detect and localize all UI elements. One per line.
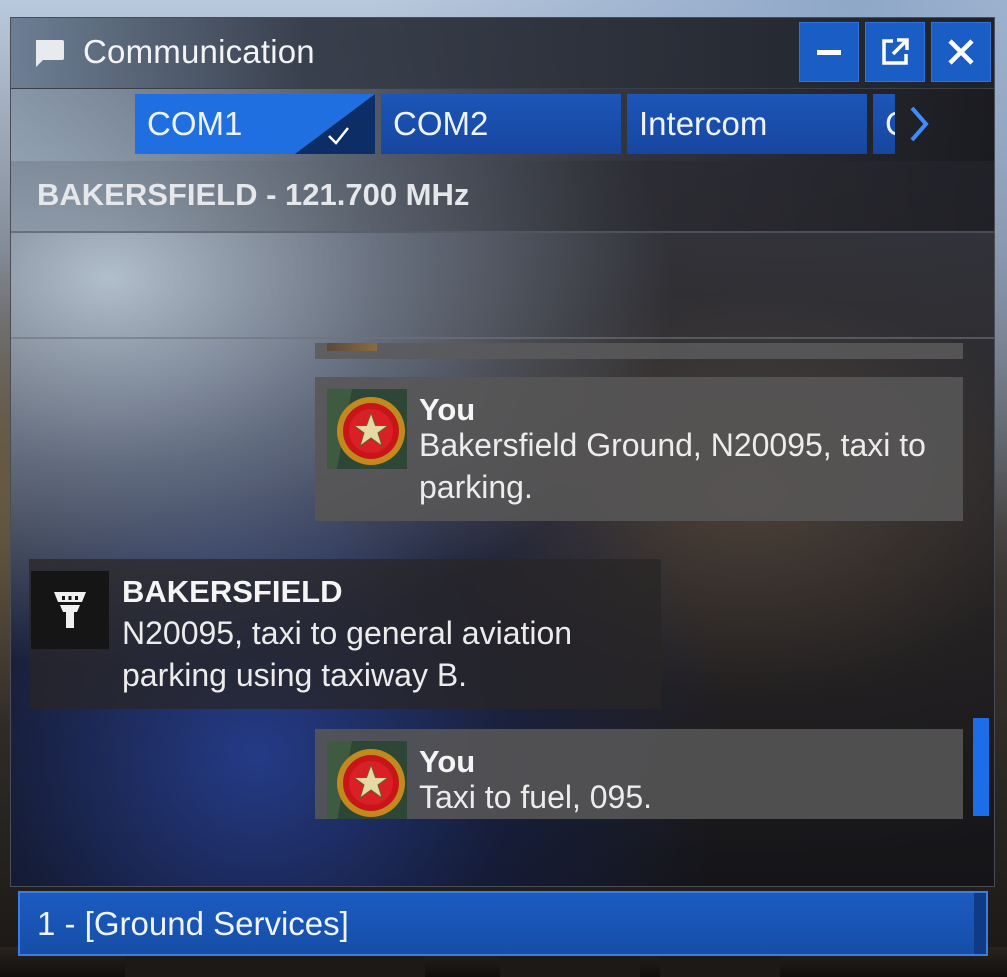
- message-list[interactable]: You Bakersfield Ground, N20095, taxi to …: [11, 339, 994, 819]
- tabs-scroll-right[interactable]: [903, 94, 935, 154]
- frequency-header: BAKERSFIELD - 121.700 MHz: [11, 161, 994, 233]
- messages-header-spacer: [11, 232, 994, 339]
- pilot-badge-icon: [327, 389, 407, 469]
- message-text: Bakersfield Ground, N20095, taxi to park…: [419, 427, 926, 505]
- message-bubble: You Bakersfield Ground, N20095, taxi to …: [315, 377, 963, 521]
- message-text: Taxi to fuel, 095.: [419, 779, 653, 815]
- close-icon: [948, 39, 974, 65]
- close-button[interactable]: [931, 22, 991, 82]
- tab-com2[interactable]: COM2: [381, 94, 621, 154]
- previous-message-edge: [315, 343, 963, 359]
- pop-out-button[interactable]: [865, 22, 925, 82]
- tab-partial[interactable]: C: [873, 94, 895, 154]
- message-sender: BAKERSFIELD: [122, 574, 343, 609]
- message-bubble: BAKERSFIELD N20095, taxi to general avia…: [29, 559, 661, 709]
- chat-bubble-icon: [36, 40, 64, 67]
- control-tower-icon: [31, 571, 109, 649]
- minus-icon: [817, 50, 841, 55]
- tab-intercom[interactable]: Intercom: [627, 94, 867, 154]
- tab-label: C: [885, 105, 895, 142]
- chevron-right-icon: [910, 106, 929, 142]
- message-bubble: You Taxi to fuel, 095.: [315, 729, 963, 819]
- minimize-button[interactable]: [799, 22, 859, 82]
- tab-label: Intercom: [639, 105, 768, 142]
- check-icon: [295, 94, 375, 154]
- pilot-badge-icon: [327, 741, 407, 819]
- message-text: N20095, taxi to general aviation parking…: [122, 615, 573, 693]
- tab-label: COM1: [147, 105, 243, 142]
- tab-com1[interactable]: COM1: [135, 94, 375, 154]
- response-selector[interactable]: 1 - [Ground Services]: [18, 891, 988, 956]
- response-selector-edge: [974, 893, 986, 954]
- channel-tabs: COM1 COM2 Intercom C: [11, 89, 994, 161]
- message-scrollbar-thumb[interactable]: [973, 718, 989, 816]
- frequency-label: BAKERSFIELD - 121.700 MHz: [37, 177, 470, 212]
- window-titlebar[interactable]: Communication: [11, 18, 994, 89]
- window-title: Communication: [83, 33, 315, 70]
- tab-label: COM2: [393, 105, 489, 142]
- external-link-icon: [882, 38, 909, 65]
- response-option-text: 1 - [Ground Services]: [37, 905, 349, 942]
- communication-window: Communication COM1 COM2 Intercom BAKERSF…: [10, 17, 995, 887]
- pilot-badge-icon: [327, 343, 377, 351]
